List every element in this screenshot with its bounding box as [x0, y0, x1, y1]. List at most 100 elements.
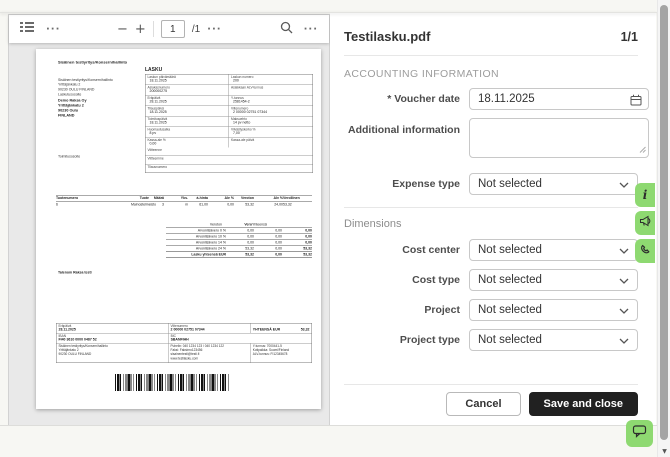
items-header-cell: Määrä	[153, 196, 164, 201]
items-cell: 3	[162, 203, 164, 207]
invoice-sender-address: Sisäinen testiyritys/Konsernihallinto Yri…	[58, 78, 113, 92]
items-cell: m	[185, 203, 188, 207]
scrollbar-thumb[interactable]	[660, 5, 668, 440]
vat-header-cell: Vero	[244, 223, 252, 227]
footer-ids-cell: Y-tunnus: 7000441-5 Kotipaikka: Suomi/Fin…	[251, 344, 312, 363]
toolbar-more-right-button[interactable]: ···	[304, 24, 318, 35]
dimension-select[interactable]: Not selected	[469, 239, 638, 261]
info-tab[interactable]: i	[635, 183, 655, 207]
invoice-info-row: Eräpäivä 28.11.2025 Y-tunnus 2581454-2	[145, 95, 313, 106]
footer-company-cell: Sisäinen testiyritys/Konsernihallinto Yri…	[57, 343, 169, 363]
additional-info-textarea[interactable]	[469, 118, 649, 158]
support-side-tabs: i	[635, 183, 655, 263]
vat-header-cell	[166, 223, 194, 227]
info-cell: Viivästyskorko % 7,00	[231, 128, 256, 135]
invoice-footer-table: Eräpäivä 28.11.2025 Viitenumero 2 00000 …	[56, 323, 312, 363]
info-cell: Laskun numero 200	[231, 75, 254, 83]
resize-handle-icon[interactable]	[639, 140, 646, 158]
footer-line: www.testilasku.com	[170, 356, 199, 361]
voucher-date-control	[469, 88, 649, 110]
panel-header: Testilasku.pdf 1/1	[344, 13, 638, 44]
megaphone-icon	[639, 214, 652, 232]
chat-button[interactable]	[626, 420, 653, 447]
vat-veroton: 53,32	[245, 253, 254, 257]
voucher-date-input[interactable]	[469, 88, 649, 110]
vat-total: 0,00	[305, 241, 312, 245]
phone-icon	[640, 242, 651, 260]
zoom-out-button[interactable]: −	[117, 22, 128, 37]
vat-vero: 0,00	[275, 229, 282, 233]
dimension-select[interactable]: Not selected	[469, 299, 638, 321]
vat-total: 53,32	[303, 253, 312, 257]
vat-header-cell: Yhteensä	[252, 223, 267, 227]
pdf-toolbar: ··· − + /1 ··· ···	[9, 15, 329, 43]
invoice-info-row: Toimituspäivä 18.11.2025 Maksuehto 14 pv n…	[145, 116, 313, 127]
pdf-document-area: Sisäinen testiyritys/Konsernihallinto LA…	[9, 43, 329, 425]
calendar-icon[interactable]	[630, 93, 642, 111]
document-title: Testilasku.pdf	[344, 29, 431, 44]
items-cell: 6	[56, 203, 58, 207]
page-number-input[interactable]	[160, 20, 185, 38]
invoice-info-row: Huomautusaika 8 pv Viivästyskorko % 7,00	[145, 127, 313, 138]
cancel-button[interactable]: Cancel	[446, 392, 521, 416]
ellipsis-icon: ···	[303, 23, 318, 35]
accounting-panel: Testilasku.pdf 1/1 ACCOUNTING INFORMATIO…	[330, 13, 656, 425]
items-cell: 24,00	[274, 203, 283, 207]
vat-label: Arvonlisävero 24 %	[195, 247, 226, 251]
footer-ref-cell: Viitenumero 2 00000 02751 07344	[169, 323, 251, 333]
vat-header-cell: Veroton	[209, 223, 222, 227]
items-cell: 0,00	[227, 203, 234, 207]
info-cell: Laskun päivämäärä 18.11.2025	[146, 74, 229, 85]
additional-info-control	[469, 118, 649, 163]
toolbar-more-center-button[interactable]: ···	[207, 24, 221, 35]
info-cell: Y-tunnus 2581454-2	[231, 96, 250, 104]
toolbar-more-left-button[interactable]: ···	[46, 24, 60, 35]
vat-label: Lasku yhteensä EUR	[191, 253, 226, 257]
info-cell: Viitteenne	[147, 148, 162, 153]
additional-info-row: Additional information	[344, 118, 649, 163]
plus-icon: +	[134, 21, 146, 37]
footer-total-cell: YHTEENSÄ EUR 53,32	[252, 328, 310, 332]
vat-total: 0,00	[305, 229, 312, 233]
info-cell: Viitenumero 2 00000 02751 07344	[231, 107, 268, 114]
chevron-down-icon	[619, 241, 629, 259]
vat-total: 53,32	[303, 247, 312, 251]
save-and-close-button[interactable]: Save and close	[528, 392, 638, 416]
page-scrollbar: ▼	[657, 0, 670, 457]
invoice-info-row: Viitteemme	[145, 156, 313, 165]
search-button[interactable]	[280, 21, 293, 38]
items-header-cell: Veroton	[240, 196, 254, 201]
footer-iban-cell: IBAN FI40 3610 0000 0487 52	[57, 333, 169, 343]
announcements-tab[interactable]	[635, 211, 655, 235]
footer-contact-cell: Puhelin: 040 1234 123 / 040 1234 122 Faks…	[169, 343, 251, 363]
vat-veroton: 0,00	[247, 235, 254, 239]
items-cell: 53,32	[245, 203, 254, 207]
footer-row-3: Sisäinen testiyritys/Konsernihallinto Yri…	[57, 343, 312, 363]
sidebar-toggle-button[interactable]	[20, 21, 34, 37]
dimension-row: Cost center Not selected	[344, 239, 638, 261]
thumbnail-list-icon	[20, 21, 34, 37]
zoom-in-button[interactable]: +	[135, 22, 146, 37]
items-cell: 53,32	[283, 203, 292, 207]
invoice-items-table: Tuotenumero Tuote Määrä Yks. á-hinta Ale % Ver…	[56, 195, 312, 208]
vat-row: Lasku yhteensä EUR 53,32 0,00 53,32	[166, 251, 312, 258]
toolbar-right-group: ···	[280, 21, 329, 38]
additional-info-label: Additional information	[348, 124, 460, 136]
bottom-divider	[0, 425, 657, 426]
vat-label: Arvonlisävero 10 %	[195, 235, 226, 239]
dimension-select[interactable]: Not selected	[469, 329, 638, 351]
invoice-title: LASKU	[145, 67, 163, 73]
call-tab[interactable]	[635, 239, 655, 263]
dimension-label: Cost center	[402, 244, 460, 256]
vat-vero: 0,00	[275, 253, 282, 257]
dimension-label: Cost type	[412, 274, 460, 286]
info-cell: Tilausnumero	[147, 165, 168, 170]
items-data-row: 6 Mainostelineisto 3 m 61,00 0,00 53,32 24,00 53…	[56, 202, 312, 209]
info-cell: Asiakasnumero 200000275	[146, 85, 229, 95]
dimension-select[interactable]: Not selected	[469, 269, 638, 291]
scrollbar-down-arrow[interactable]: ▼	[658, 448, 670, 455]
dimension-row: Project type Not selected	[344, 329, 638, 351]
vat-total: 0,00	[305, 235, 312, 239]
expense-type-select[interactable]: Not selected	[469, 173, 638, 195]
pdf-page: Sisäinen testiyritys/Konsernihallinto LA…	[36, 49, 321, 409]
